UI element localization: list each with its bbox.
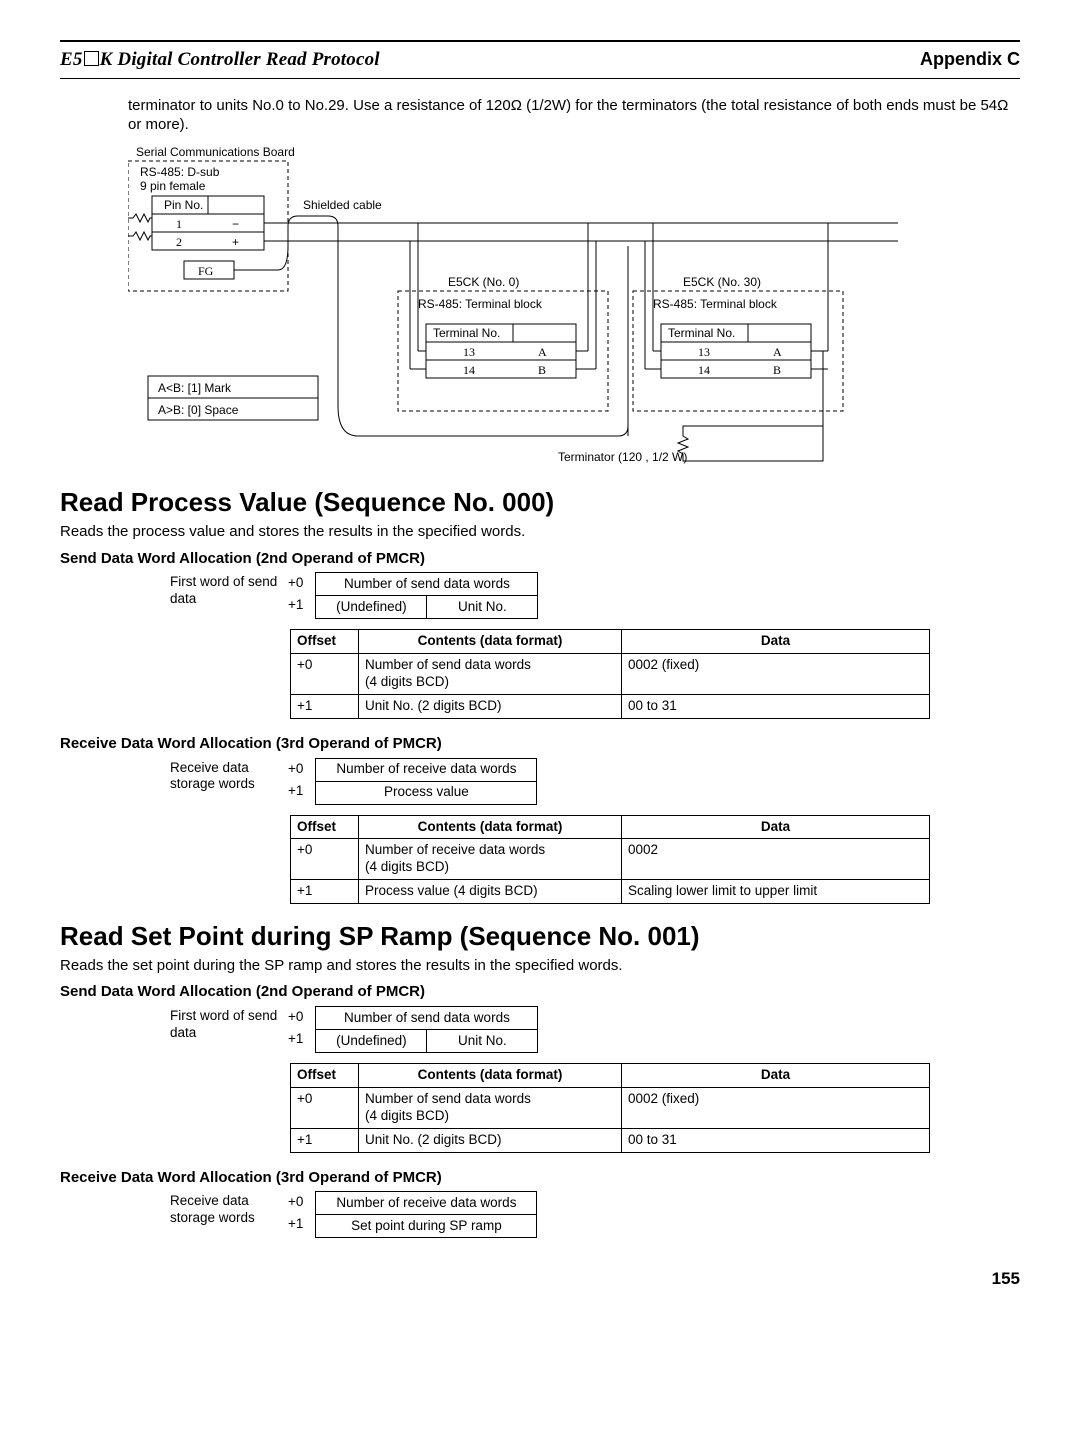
send-spec-table-001: Offset Contents (data format) Data +0 Nu… bbox=[290, 1063, 930, 1153]
svg-text:B: B bbox=[773, 363, 781, 377]
recv-box-table-001: Number of receive data words Set point d… bbox=[315, 1191, 537, 1238]
section-title-001: Read Set Point during SP Ramp (Sequence … bbox=[60, 920, 1020, 953]
svg-text:14: 14 bbox=[698, 363, 710, 377]
svg-text:−: − bbox=[232, 217, 239, 231]
send-spec-table-000: Offset Contents (data format) Data +0 Nu… bbox=[290, 629, 930, 719]
wiring-diagram: text { font-family: Arial, sans-serif; f… bbox=[128, 146, 1020, 466]
svg-text:E5CK (No. 0): E5CK (No. 0) bbox=[448, 275, 519, 289]
blank-box-icon bbox=[84, 51, 99, 66]
svg-text:9 pin female: 9 pin female bbox=[140, 179, 206, 193]
svg-text:Terminal No.: Terminal No. bbox=[433, 326, 500, 340]
svg-text:1: 1 bbox=[176, 217, 182, 231]
svg-text:A>B: [0] Space: A>B: [0] Space bbox=[158, 403, 239, 417]
running-header: E5 K Digital Controller Read Protocol App… bbox=[60, 48, 1020, 72]
svg-text:RS-485: Terminal block: RS-485: Terminal block bbox=[418, 297, 543, 311]
send-label-001: First word of send data bbox=[170, 1006, 280, 1042]
send-label-000: First word of send data bbox=[170, 572, 280, 608]
recv-label-001: Receive data storage words bbox=[170, 1191, 280, 1227]
header-prefix: E5 bbox=[60, 49, 83, 70]
svg-text:E5CK (No. 30): E5CK (No. 30) bbox=[683, 275, 761, 289]
svg-text:RS-485: D-sub: RS-485: D-sub bbox=[140, 165, 220, 179]
recv-spec-table-000: Offset Contents (data format) Data +0 Nu… bbox=[290, 815, 930, 905]
svg-text:2: 2 bbox=[176, 235, 182, 249]
recv-label-000: Receive data storage words bbox=[170, 758, 280, 794]
send-sub-001: Send Data Word Allocation (2nd Operand o… bbox=[60, 983, 1020, 1002]
svg-text:Pin No.: Pin No. bbox=[164, 198, 203, 212]
header-suffix: K Digital Controller Read Protocol bbox=[100, 49, 380, 70]
offset-col: +0+1 bbox=[288, 758, 307, 802]
send-sub-000: Send Data Word Allocation (2nd Operand o… bbox=[60, 550, 1020, 569]
header-left: E5 K Digital Controller Read Protocol bbox=[60, 48, 380, 72]
recv-sub-000: Receive Data Word Allocation (3rd Operan… bbox=[60, 735, 1020, 754]
offset-col: +0+1 bbox=[288, 1006, 307, 1050]
intro-paragraph: terminator to units No.0 to No.29. Use a… bbox=[128, 97, 1020, 135]
svg-text:Terminal No.: Terminal No. bbox=[668, 326, 735, 340]
section-title-000: Read Process Value (Sequence No. 000) bbox=[60, 486, 1020, 519]
svg-text:Shielded cable: Shielded cable bbox=[303, 198, 382, 212]
offset-col: +0+1 bbox=[288, 572, 307, 616]
board-title: Serial Communications Board bbox=[136, 146, 295, 159]
svg-text:A: A bbox=[538, 345, 547, 359]
svg-text:A<B: [1] Mark: A<B: [1] Mark bbox=[158, 381, 232, 395]
recv-box-table-000: Number of receive data words Process val… bbox=[315, 758, 537, 805]
svg-text:14: 14 bbox=[463, 363, 475, 377]
svg-text:B: B bbox=[538, 363, 546, 377]
svg-text:RS-485: Terminal block: RS-485: Terminal block bbox=[653, 297, 778, 311]
svg-text:13: 13 bbox=[463, 345, 475, 359]
header-right: Appendix C bbox=[920, 48, 1020, 71]
recv-sub-001: Receive Data Word Allocation (3rd Operan… bbox=[60, 1169, 1020, 1188]
section-desc-000: Reads the process value and stores the r… bbox=[60, 523, 1020, 542]
svg-text:Terminator (120 , 1/2 W): Terminator (120 , 1/2 W) bbox=[558, 450, 687, 464]
svg-text:13: 13 bbox=[698, 345, 710, 359]
svg-text:FG: FG bbox=[198, 264, 214, 278]
send-box-table-001: Number of send data words (Undefined)Uni… bbox=[315, 1006, 538, 1053]
svg-text:+: + bbox=[232, 235, 239, 249]
section-desc-001: Reads the set point during the SP ramp a… bbox=[60, 957, 1020, 976]
svg-text:A: A bbox=[773, 345, 782, 359]
offset-col: +0+1 bbox=[288, 1191, 307, 1235]
send-box-table-000: Number of send data words (Undefined)Uni… bbox=[315, 572, 538, 619]
page-number: 155 bbox=[60, 1268, 1020, 1289]
